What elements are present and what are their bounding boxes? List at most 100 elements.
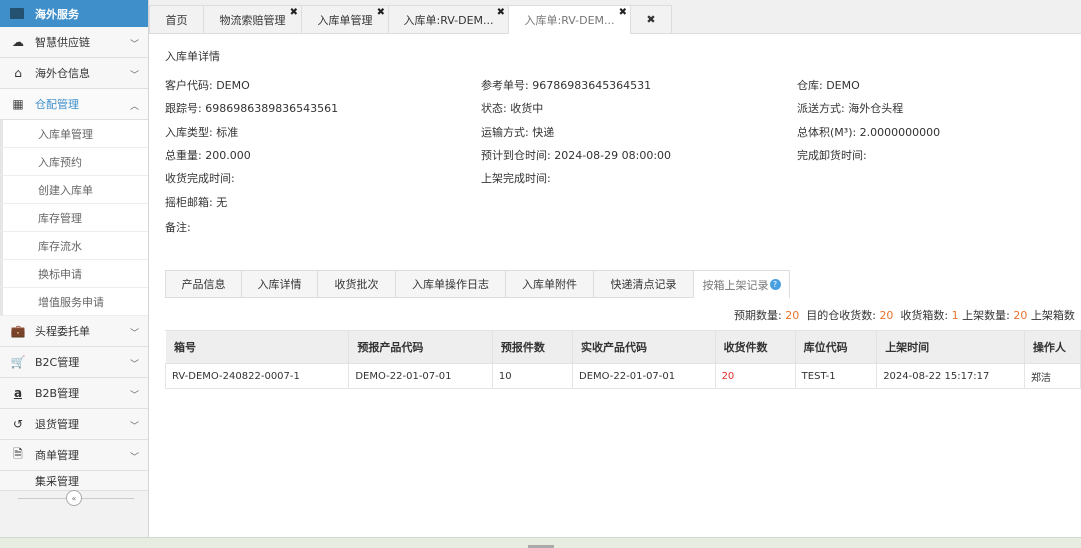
- sidebar-brand-label: 海外服务: [35, 7, 79, 21]
- home-icon: ⌂: [14, 66, 22, 80]
- subtab-product-info[interactable]: 产品信息: [165, 270, 241, 298]
- remarks: 备注:: [165, 221, 191, 234]
- cell-forecast-qty: 10: [491, 363, 574, 389]
- delivery-method: 派送方式: 海外仓头程: [797, 102, 904, 115]
- cell-location-code: TEST-1: [794, 363, 878, 389]
- shelved-qty-value: 20: [1013, 309, 1028, 322]
- col-shelved-time: 上架时间: [876, 330, 1025, 364]
- tab-label: 入库单:RV-DEM...: [524, 14, 615, 27]
- subtab-attachments[interactable]: 入库单附件: [505, 270, 593, 298]
- tab-label: 入库单:RV-DEM...: [403, 13, 494, 27]
- sidebar-brand[interactable]: 海外服务: [0, 0, 148, 27]
- col-location-code: 库位代码: [794, 330, 878, 364]
- tab-label: 物流索赔管理: [219, 13, 286, 27]
- main-content: 入库单详情 客户代码: DEMO 跟踪号: 698698638983654356…: [149, 34, 1081, 537]
- chevron-up-icon: ︿: [129, 102, 139, 112]
- sidebar-item-first-leg[interactable]: 💼 头程委托单 ﹀: [0, 316, 148, 347]
- chevron-down-icon: ﹀: [129, 422, 139, 432]
- grid-icon: ▦: [12, 97, 24, 111]
- chevron-down-icon: ﹀: [129, 391, 139, 401]
- sidebar-item-label: 海外仓信息: [35, 67, 90, 80]
- bottom-status-bar: [0, 537, 1081, 548]
- amazon-icon: a: [13, 386, 23, 400]
- subtab-box-shelving[interactable]: 按箱上架记录 ?: [693, 270, 790, 298]
- sidebar-subitem-relabel[interactable]: 换标申请: [0, 260, 148, 288]
- expected-qty-label: 预期数量:: [734, 309, 782, 322]
- subtab-operation-log[interactable]: 入库单操作日志: [395, 270, 505, 298]
- chevron-down-icon: ﹀: [129, 40, 139, 50]
- chevron-down-icon: ﹀: [129, 329, 139, 339]
- close-icon[interactable]: ✖: [497, 7, 505, 18]
- cell-operator: 郑洁: [1023, 363, 1081, 389]
- close-icon[interactable]: ✖: [290, 7, 298, 18]
- total-volume: 总体积(M³): 2.0000000000: [797, 126, 941, 139]
- sidebar-item-warehouse-management[interactable]: ▦ 仓配管理 ︿: [0, 89, 148, 120]
- received-qty-label: 目的仓收货数:: [806, 309, 876, 322]
- detail-subtabs: 产品信息 入库详情 收货批次 入库单操作日志 入库单附件 快递清点记录 按箱上架…: [165, 270, 790, 298]
- cloud-icon: ☁: [12, 35, 24, 49]
- shelved-boxes-label: 上架箱数: [1030, 309, 1075, 322]
- tracking-number: 跟踪号: 6986986389836543561: [165, 102, 339, 115]
- col-operator: 操作人: [1023, 330, 1081, 364]
- help-icon[interactable]: ?: [769, 279, 781, 290]
- sidebar-item-returns[interactable]: ↺ 退货管理 ﹀: [0, 409, 148, 440]
- sidebar-item-orders[interactable]: 🗎 商单管理 ﹀: [0, 440, 148, 471]
- chevron-down-icon: ﹀: [129, 71, 139, 81]
- sidebar-subitem-inbound-booking[interactable]: 入库预约: [0, 148, 148, 176]
- sidebar-subitem-value-added[interactable]: 增值服务申请: [0, 288, 148, 316]
- sidebar-subitem-inventory-flow[interactable]: 库存流水: [0, 232, 148, 260]
- tab-label: 首页: [165, 13, 188, 27]
- sidebar-item-label: 仓配管理: [35, 98, 79, 111]
- sidebar-item-b2c[interactable]: 🛒 B2C管理 ﹀: [0, 347, 148, 378]
- total-weight: 总重量: 200.000: [165, 149, 251, 162]
- reference-number: 参考单号: 96786983645364531: [481, 79, 652, 92]
- col-received-qty: 收货件数: [714, 330, 796, 364]
- sidebar-item-b2b[interactable]: a B2B管理 ﹀: [0, 378, 148, 409]
- sidebar-subitem-create-inbound[interactable]: 创建入库单: [0, 176, 148, 204]
- shelf-done-time: 上架完成时间:: [481, 172, 551, 185]
- subtab-inbound-details[interactable]: 入库详情: [241, 270, 317, 298]
- chevron-down-icon: ﹀: [129, 360, 139, 370]
- tab-inbound-detail-2[interactable]: 入库单:RV-DEM... ✖: [508, 5, 631, 34]
- tab-home[interactable]: 首页: [149, 5, 204, 33]
- shelving-records-table: 箱号 预报产品代码 预报件数 实收产品代码 收货件数 库位代码 上架时间 操作人…: [164, 330, 1081, 389]
- document-icon: 🗎: [13, 446, 23, 461]
- col-forecast-product-code: 预报产品代码: [348, 330, 493, 364]
- boxes-value: 1: [951, 309, 959, 322]
- sidebar-item-label: 智慧供应链: [35, 36, 90, 49]
- tab-inbound-orders[interactable]: 入库单管理 ✖: [301, 5, 389, 33]
- subtab-receiving-batches[interactable]: 收货批次: [317, 270, 395, 298]
- close-all-tabs-button[interactable]: ✖: [630, 5, 672, 33]
- close-all-icon: ✖: [646, 13, 656, 26]
- received-qty-value: 20: [879, 309, 894, 322]
- sidebar-item-overseas-warehouse[interactable]: ⌂ 海外仓信息 ﹀: [0, 58, 148, 89]
- tab-inbound-detail-1[interactable]: 入库单:RV-DEM... ✖: [388, 5, 509, 33]
- unload-done-time: 完成卸货时间:: [797, 149, 867, 162]
- transport-method: 运输方式: 快递: [481, 126, 555, 139]
- folder-icon: [10, 8, 24, 19]
- col-box-number: 箱号: [164, 330, 350, 364]
- cart-icon: 🛒: [10, 355, 26, 369]
- order-status: 状态: 收货中: [481, 102, 544, 115]
- boxes-label: 收货箱数:: [900, 309, 949, 322]
- cell-shelved-time: 2024-08-22 15:17:17: [876, 363, 1025, 389]
- expected-qty-value: 20: [785, 309, 800, 322]
- tab-bar: 首页 物流索赔管理 ✖ 入库单管理 ✖ 入库单:RV-DEM... ✖ 入库单:…: [149, 0, 1081, 34]
- shelved-qty-label: 上架数量:: [962, 309, 1010, 322]
- collapse-sidebar-icon[interactable]: «: [66, 490, 82, 506]
- cell-received-qty: 20: [714, 363, 796, 389]
- close-icon[interactable]: ✖: [377, 7, 385, 18]
- suitcase-mailbox: 摇柜邮箱: 无: [165, 196, 228, 209]
- tab-claims[interactable]: 物流索赔管理 ✖: [203, 5, 302, 33]
- cell-forecast-product-code: DEMO-22-01-07-01: [348, 363, 493, 389]
- inbound-type: 入库类型: 标准: [165, 126, 239, 139]
- subtab-express-count[interactable]: 快递清点记录: [593, 270, 693, 298]
- shelving-summary: 预期数量: 20 目的仓收货数: 20 收货箱数: 1 上架数量: 20 上架箱…: [734, 307, 1075, 323]
- receive-done-time: 收货完成时间:: [165, 172, 235, 185]
- sidebar-collapse: «: [0, 486, 148, 510]
- sidebar-item-supply-chain[interactable]: ☁ 智慧供应链 ﹀: [0, 27, 148, 58]
- sidebar-subitem-inventory[interactable]: 库存管理: [0, 204, 148, 232]
- col-actual-product-code: 实收产品代码: [572, 330, 716, 364]
- close-icon[interactable]: ✖: [619, 7, 627, 18]
- sidebar-subitem-inbound-orders[interactable]: 入库单管理: [0, 120, 148, 148]
